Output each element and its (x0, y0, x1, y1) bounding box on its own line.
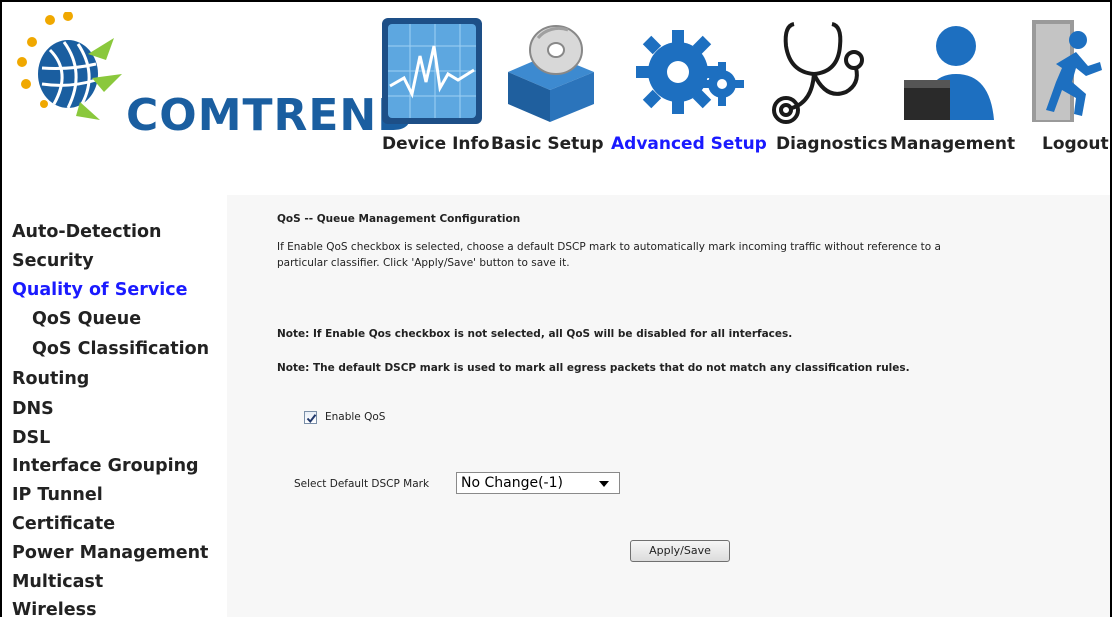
main-content: QoS -- Queue Management Configuration If… (227, 195, 1110, 617)
sidebar-item-multicast[interactable]: Multicast (12, 572, 103, 592)
sidebar-item-dns[interactable]: DNS (12, 399, 54, 419)
brand-name: COMTREND (126, 90, 415, 141)
comtrend-logo: COMTREND (10, 11, 414, 162)
sidebar-item-wireless[interactable]: Wireless (12, 600, 97, 617)
sidebar-item-ip-tunnel[interactable]: IP Tunnel (12, 485, 103, 505)
diagnostics-stethoscope-icon[interactable] (764, 16, 868, 126)
apply-save-button[interactable]: Apply/Save (630, 540, 730, 562)
sidebar-item-routing[interactable]: Routing (12, 369, 89, 389)
sidebar-item-qos-queue[interactable]: QoS Queue (32, 309, 141, 329)
sidebar-item-qos-classification[interactable]: QoS Classification (32, 339, 209, 359)
advanced-setup-gears-icon[interactable] (634, 16, 744, 126)
sidebar-item-quality-of-service[interactable]: Quality of Service (12, 280, 188, 300)
description-line-2: particular classifier. Click 'Apply/Save… (277, 257, 570, 269)
nav-logout[interactable]: Logout (1042, 134, 1109, 154)
device-info-chart-icon[interactable] (380, 16, 484, 126)
basic-setup-box-disc-icon[interactable] (498, 16, 602, 126)
logout-door-runner-icon[interactable] (1026, 16, 1106, 126)
nav-diagnostics[interactable]: Diagnostics (776, 134, 888, 154)
sidebar-item-auto-detection[interactable]: Auto-Detection (12, 222, 162, 242)
dscp-mark-select[interactable]: No Change(-1) (456, 472, 620, 494)
sidebar: Auto-Detection Security Quality of Servi… (2, 195, 227, 617)
dscp-mark-label: Select Default DSCP Mark (294, 478, 430, 490)
checkmark-icon (306, 414, 317, 424)
note-default-dscp: Note: The default DSCP mark is used to m… (277, 362, 910, 374)
nav-device-info[interactable]: Device Info (382, 134, 490, 154)
router-admin-window: COMTREND Device Info Basic Setup Advance… (0, 0, 1112, 617)
sidebar-item-certificate[interactable]: Certificate (12, 514, 115, 534)
nav-basic-setup[interactable]: Basic Setup (491, 134, 604, 154)
enable-qos-checkbox[interactable] (304, 411, 317, 424)
header: COMTREND Device Info Basic Setup Advance… (2, 2, 1110, 195)
chevron-down-icon (599, 481, 609, 487)
sidebar-item-security[interactable]: Security (12, 251, 94, 271)
dscp-mark-selected-value: No Change(-1) (461, 475, 563, 491)
page-title: QoS -- Queue Management Configuration (277, 213, 521, 225)
description-line-1: If Enable QoS checkbox is selected, choo… (277, 241, 941, 253)
nav-advanced-setup[interactable]: Advanced Setup (611, 134, 767, 154)
note-enable-qos: Note: If Enable Qos checkbox is not sele… (277, 328, 793, 340)
comtrend-logo-emblem-icon (17, 11, 122, 120)
nav-management[interactable]: Management (890, 134, 1015, 154)
sidebar-item-dsl[interactable]: DSL (12, 428, 50, 448)
enable-qos-label: Enable QoS (325, 411, 386, 423)
sidebar-item-power-management[interactable]: Power Management (12, 543, 208, 563)
sidebar-item-interface-grouping[interactable]: Interface Grouping (12, 456, 199, 476)
management-person-icon[interactable] (898, 16, 1002, 126)
